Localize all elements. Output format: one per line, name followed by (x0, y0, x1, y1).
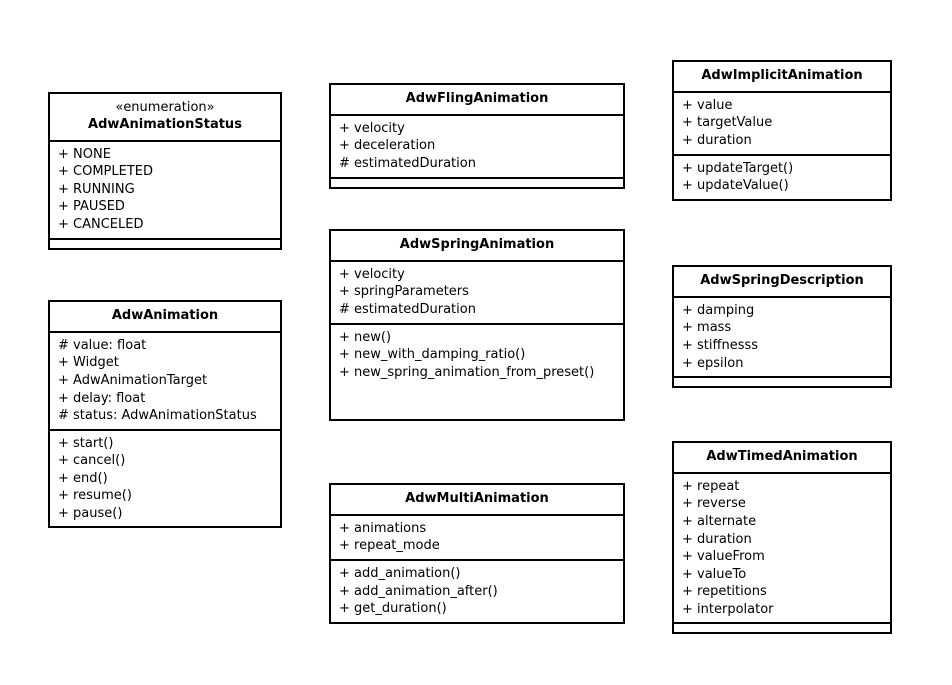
attr-row: + reverse (682, 495, 882, 513)
attributes-section: + velocity + deceleration # estimatedDur… (331, 116, 623, 179)
op-row: + pause() (58, 505, 272, 523)
class-name: AdwAnimationStatus (88, 117, 242, 132)
class-adwanimationstatus: «enumeration» AdwAnimationStatus + NONE … (48, 92, 282, 250)
attr-row: + repetitions (682, 583, 882, 601)
op-row: + updateTarget() (682, 160, 882, 178)
class-adwimplicitanimation: AdwImplicitAnimation + value + targetVal… (672, 60, 892, 201)
attr-row: + mass (682, 319, 882, 337)
attr-row: + stiffnesss (682, 337, 882, 355)
attr-row: + COMPLETED (58, 163, 272, 181)
attr-row: # value: float (58, 337, 272, 355)
op-row: + resume() (58, 487, 272, 505)
attr-row: + springParameters (339, 283, 615, 301)
op-row: + end() (58, 470, 272, 488)
attr-row: + damping (682, 302, 882, 320)
operations-section: + updateTarget() + updateValue() (674, 156, 890, 199)
op-row: + get_duration() (339, 600, 615, 618)
attr-row: + interpolator (682, 601, 882, 619)
attr-row: + PAUSED (58, 198, 272, 216)
op-row: + new() (339, 329, 615, 347)
attr-row: + alternate (682, 513, 882, 531)
attr-row: + repeat (682, 478, 882, 496)
attr-row: + duration (682, 132, 882, 150)
class-name: AdwAnimation (112, 308, 218, 323)
op-row: + new_spring_animation_from_preset() (339, 364, 615, 382)
attr-row: + CANCELED (58, 216, 272, 234)
op-row: + add_animation() (339, 565, 615, 583)
class-name: AdwSpringDescription (700, 273, 864, 288)
stereotype-label: «enumeration» (58, 100, 272, 117)
attributes-section: + velocity + springParameters # estimate… (331, 262, 623, 325)
class-adwtimedanimation: AdwTimedAnimation + repeat + reverse + a… (672, 441, 892, 634)
class-title: AdwSpringDescription (674, 267, 890, 298)
class-adwmultianimation: AdwMultiAnimation + animations + repeat_… (329, 483, 625, 624)
class-title: AdwAnimation (50, 302, 280, 333)
attr-row: + velocity (339, 120, 615, 138)
op-row: + new_with_damping_ratio() (339, 346, 615, 364)
attr-row: + AdwAnimationTarget (58, 372, 272, 390)
attributes-section: + NONE + COMPLETED + RUNNING + PAUSED + … (50, 142, 280, 240)
class-title: AdwImplicitAnimation (674, 62, 890, 93)
class-title: AdwSpringAnimation (331, 231, 623, 262)
attr-row: + velocity (339, 266, 615, 284)
attr-row: + valueTo (682, 566, 882, 584)
attributes-section: + value + targetValue + duration (674, 93, 890, 156)
op-row: + updateValue() (682, 177, 882, 195)
class-title: AdwTimedAnimation (674, 443, 890, 474)
operations-section (50, 240, 280, 248)
attributes-section: + animations + repeat_mode (331, 516, 623, 561)
operations-section (674, 624, 890, 632)
attributes-section: + damping + mass + stiffnesss + epsilon (674, 298, 890, 378)
operations-section: + new() + new_with_damping_ratio() + new… (331, 325, 623, 386)
attr-row: + targetValue (682, 114, 882, 132)
class-name: AdwFlingAnimation (406, 91, 549, 106)
attr-row: + animations (339, 520, 615, 538)
attributes-section: # value: float + Widget + AdwAnimationTa… (50, 333, 280, 431)
op-row: + add_animation_after() (339, 583, 615, 601)
attr-row: + delay: float (58, 390, 272, 408)
operations-section: + start() + cancel() + end() + resume() … (50, 431, 280, 527)
attr-row: + valueFrom (682, 548, 882, 566)
operations-section: + add_animation() + add_animation_after(… (331, 561, 623, 622)
class-name: AdwTimedAnimation (706, 449, 857, 464)
class-adwspringanimation: AdwSpringAnimation + velocity + springPa… (329, 229, 625, 421)
class-title: AdwFlingAnimation (331, 85, 623, 116)
class-name: AdwImplicitAnimation (701, 68, 862, 83)
attr-row: # status: AdwAnimationStatus (58, 407, 272, 425)
attr-row: + Widget (58, 354, 272, 372)
attr-row: + NONE (58, 146, 272, 164)
attributes-section: + repeat + reverse + alternate + duratio… (674, 474, 890, 624)
attr-row: + epsilon (682, 355, 882, 373)
class-adwflinganimation: AdwFlingAnimation + velocity + decelerat… (329, 83, 625, 189)
class-name: AdwSpringAnimation (400, 237, 554, 252)
uml-diagram-canvas: «enumeration» AdwAnimationStatus + NONE … (0, 0, 952, 685)
class-name: AdwMultiAnimation (405, 491, 549, 506)
class-adwspringdescription: AdwSpringDescription + damping + mass + … (672, 265, 892, 388)
attr-row: + repeat_mode (339, 537, 615, 555)
attr-row: + value (682, 97, 882, 115)
class-title: AdwMultiAnimation (331, 485, 623, 516)
operations-section (331, 179, 623, 187)
op-row: + cancel() (58, 452, 272, 470)
class-adwanimation: AdwAnimation # value: float + Widget + A… (48, 300, 282, 528)
operations-section (674, 378, 890, 386)
attr-row: # estimatedDuration (339, 301, 615, 319)
op-row: + start() (58, 435, 272, 453)
attr-row: # estimatedDuration (339, 155, 615, 173)
class-title: «enumeration» AdwAnimationStatus (50, 94, 280, 142)
attr-row: + RUNNING (58, 181, 272, 199)
attr-row: + deceleration (339, 137, 615, 155)
attr-row: + duration (682, 531, 882, 549)
